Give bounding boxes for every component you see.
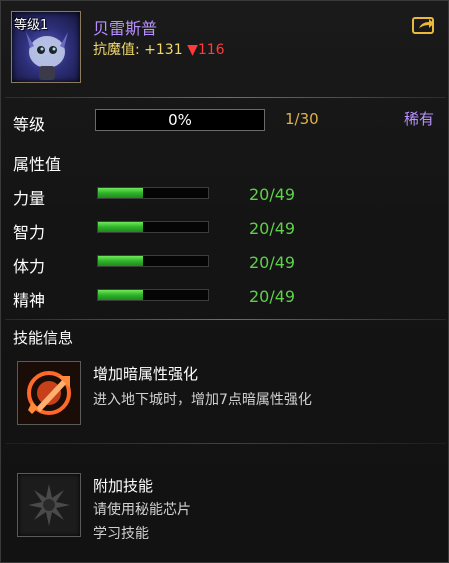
stat-label-intelligence: 智力	[13, 223, 46, 242]
skills-title: 技能信息	[13, 329, 74, 347]
level-label: 等级	[13, 115, 46, 134]
pet-info-panel: 等级1 贝雷斯普 抗魔值: +131 ▼116 等级 0% 1/30 稀有 属性…	[0, 0, 449, 563]
resist-drop: ▼116	[187, 42, 225, 58]
stat-value-spirit: 20/49	[249, 287, 296, 306]
stat-bar-spirit	[97, 289, 209, 301]
stat-label-vitality: 体力	[13, 257, 46, 276]
resist-value: +131	[144, 42, 183, 58]
pet-level-label: 等级1	[14, 18, 49, 33]
locked-skill-icon	[28, 484, 70, 526]
stat-fill	[98, 256, 144, 266]
rarity-badge: 稀有	[403, 110, 434, 128]
exp-progress-text: 0%	[168, 111, 192, 129]
skill-slot-dark-enhance[interactable]	[17, 361, 81, 425]
attributes-title: 属性值	[13, 155, 62, 174]
stat-label-strength: 力量	[13, 189, 46, 208]
stat-label-spirit: 精神	[13, 291, 46, 310]
stat-fill	[98, 188, 144, 198]
stat-value-vitality: 20/49	[249, 253, 296, 272]
skill-title-dark-enhance: 增加暗属性强化	[93, 365, 199, 383]
pet-portrait: 等级1	[11, 11, 81, 83]
exp-progress-bar: 0%	[95, 109, 265, 131]
skill-desc-additional-2: 学习技能	[93, 526, 149, 542]
stat-value-strength: 20/49	[249, 185, 296, 204]
skill-title-additional: 附加技能	[93, 477, 154, 495]
dark-enhance-skill-icon	[18, 362, 80, 424]
stat-bar-vitality	[97, 255, 209, 267]
stat-fill	[98, 290, 144, 300]
share-button[interactable]	[412, 15, 436, 35]
divider	[5, 97, 446, 98]
share-icon	[412, 17, 434, 34]
skill-slot-additional[interactable]	[17, 473, 81, 537]
stat-fill	[98, 222, 144, 232]
stat-bar-strength	[97, 187, 209, 199]
stat-bar-intelligence	[97, 221, 209, 233]
exp-count: 1/30	[285, 110, 319, 128]
resist-label: 抗魔值:	[93, 42, 145, 58]
stat-value-intelligence: 20/49	[249, 219, 296, 238]
divider	[5, 319, 446, 320]
divider	[5, 443, 446, 444]
resist-line: 抗魔值: +131 ▼116	[93, 39, 225, 59]
skill-desc-additional-1: 请使用秘能芯片	[93, 502, 191, 518]
skill-desc-dark-enhance: 进入地下城时，增加7点暗属性强化	[93, 392, 312, 408]
pet-name: 贝雷斯普	[93, 19, 158, 38]
header: 等级1 贝雷斯普 抗魔值: +131 ▼116	[7, 7, 444, 91]
